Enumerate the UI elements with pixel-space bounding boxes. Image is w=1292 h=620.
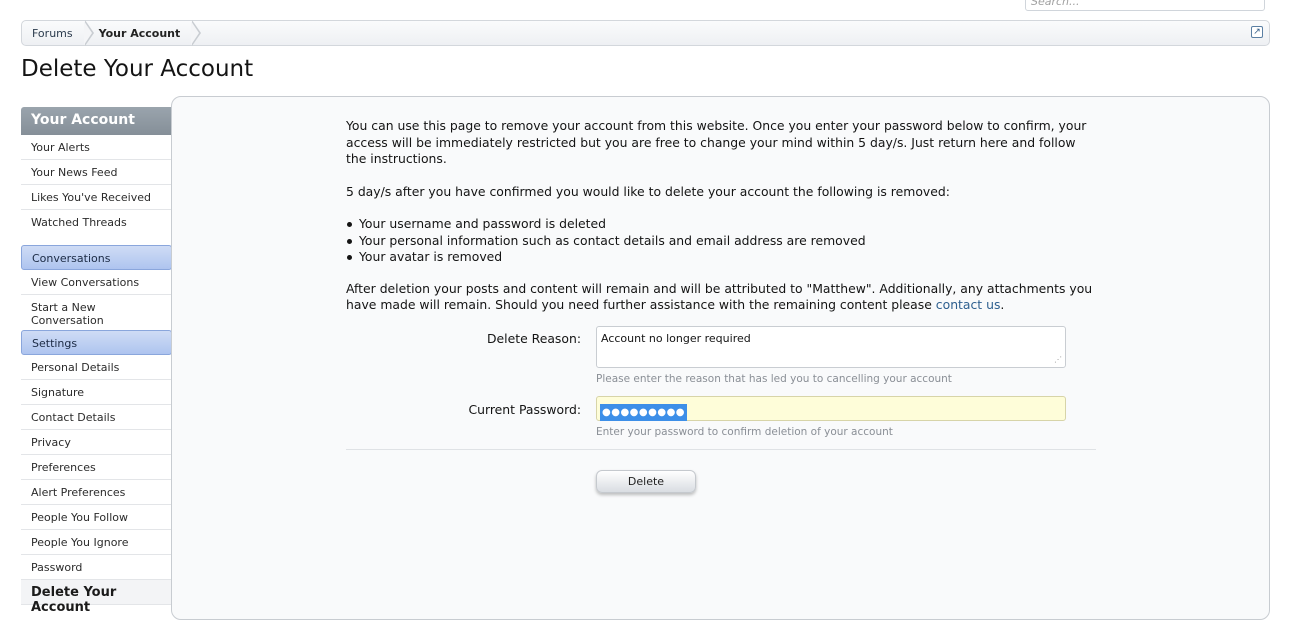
breadcrumb-your-account[interactable]: Your Account <box>85 20 202 46</box>
resize-grip-icon[interactable]: ⋰ <box>1054 356 1062 364</box>
delete-reason-input[interactable]: Account no longer required ⋰ <box>596 326 1066 368</box>
search-input[interactable]: Search... <box>1025 0 1265 11</box>
intro-paragraph: You can use this page to remove your acc… <box>346 118 1087 166</box>
breadcrumb-separator <box>83 20 94 46</box>
jump-to-icon[interactable]: ↗ <box>1251 26 1263 38</box>
sidebar-item-contact-details[interactable]: Contact Details <box>21 405 172 430</box>
sidebar-item-start-conversation[interactable]: Start a New Conversation <box>21 295 172 327</box>
sidebar-item-people-you-follow[interactable]: People You Follow <box>21 505 172 530</box>
current-password-input[interactable]: ●●●●●●●●● <box>596 396 1066 421</box>
sidebar-header[interactable]: Your Account <box>21 107 172 135</box>
contact-us-link[interactable]: contact us <box>936 297 1001 312</box>
explanation-text: You can use this page to remove your acc… <box>346 118 1098 314</box>
list-item: Your username and password is deleted <box>346 216 1098 233</box>
form-divider <box>346 449 1096 450</box>
delete-reason-label: Delete Reason: <box>487 331 581 346</box>
current-password-label: Current Password: <box>468 402 581 417</box>
sidebar-item-signature[interactable]: Signature <box>21 380 172 405</box>
breadcrumb: Forums Your Account ↗ <box>21 20 1270 46</box>
delete-button[interactable]: Delete <box>596 470 696 493</box>
sidebar-item-personal-details[interactable]: Personal Details <box>21 355 172 380</box>
delete-reason-value: Account no longer required <box>601 332 751 345</box>
breadcrumb-forums[interactable]: Forums <box>22 20 94 46</box>
sidebar-item-delete-account[interactable]: Delete Your Account <box>21 580 172 615</box>
current-password-hint: Enter your password to confirm deletion … <box>596 426 893 438</box>
sidebar-item-people-you-ignore[interactable]: People You Ignore <box>21 530 172 555</box>
sidebar-item-view-conversations[interactable]: View Conversations <box>21 270 172 295</box>
sidebar-item-news-feed[interactable]: Your News Feed <box>21 160 172 185</box>
page-title: Delete Your Account <box>21 56 254 82</box>
sidebar-item-watched-threads[interactable]: Watched Threads <box>21 210 172 235</box>
sidebar-section-conversations[interactable]: Conversations <box>21 245 172 270</box>
account-sidebar: Your Account Your Alerts Your News Feed … <box>21 107 172 615</box>
after-deletion-paragraph: After deletion your posts and content wi… <box>346 281 1098 314</box>
breadcrumb-forums-label[interactable]: Forums <box>32 27 73 40</box>
removed-heading: 5 day/s after you have confirmed you wou… <box>346 183 950 199</box>
sidebar-item-password[interactable]: Password <box>21 555 172 580</box>
sidebar-item-your-alerts[interactable]: Your Alerts <box>21 135 172 160</box>
list-item: Your personal information such as contac… <box>346 233 1098 250</box>
removed-list: Your username and password is deleted Yo… <box>346 216 1098 266</box>
breadcrumb-separator <box>191 20 202 46</box>
delete-reason-hint: Please enter the reason that has led you… <box>596 373 952 385</box>
sidebar-item-likes-received[interactable]: Likes You've Received <box>21 185 172 210</box>
list-item: Your avatar is removed <box>346 249 1098 266</box>
after-deletion-end: . <box>1000 297 1005 312</box>
password-value: ●●●●●●●●● <box>600 404 688 421</box>
sidebar-section-settings[interactable]: Settings <box>21 330 172 355</box>
breadcrumb-your-account-label[interactable]: Your Account <box>99 27 181 40</box>
sidebar-item-privacy[interactable]: Privacy <box>21 430 172 455</box>
sidebar-item-alert-preferences[interactable]: Alert Preferences <box>21 480 172 505</box>
sidebar-item-preferences[interactable]: Preferences <box>21 455 172 480</box>
